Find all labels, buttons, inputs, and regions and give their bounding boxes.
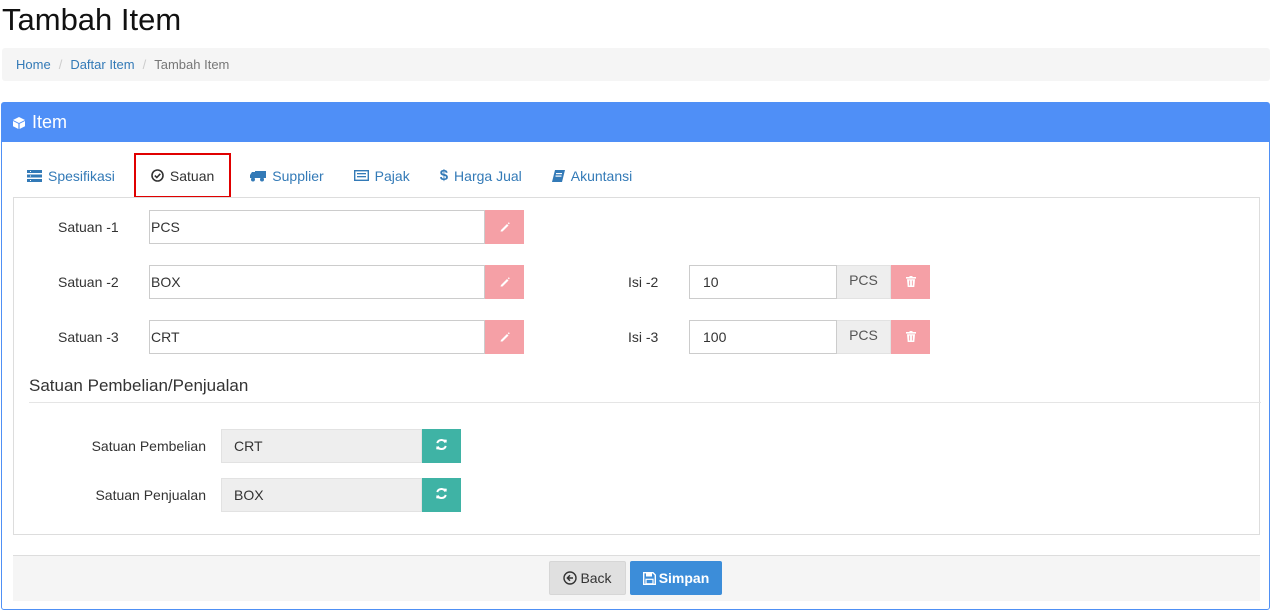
dollar-icon: $ [439,167,449,184]
satuan-pembelian-field: CRT [221,429,422,463]
satuan-pembelian-refresh-button[interactable] [422,429,461,463]
tab-bar: Spesifikasi Satuan Supplier Pajak $ Harg… [12,153,647,198]
trash-icon [905,274,916,290]
page-title: Tambah Item [2,2,182,37]
refresh-icon [435,487,448,503]
satuan-pembelian-row: Satuan Pembelian CRT [14,429,461,463]
back-button[interactable]: Back [549,561,626,595]
isi-3-delete-button[interactable] [891,320,930,354]
form-footer: Back Simpan [13,555,1260,601]
trash-icon [905,329,916,345]
tab-spesifikasi[interactable]: Spesifikasi [12,153,130,198]
satuan-3-label: Satuan -3 [58,329,119,345]
panel-heading: Item [2,103,1269,142]
isi-2-label: Isi -2 [628,274,659,290]
book-icon [551,169,565,182]
satuan-2-label: Satuan -2 [58,274,119,290]
pencil-icon [499,329,510,345]
satuan-2-row: Satuan -2 BOX [58,265,524,299]
save-button-label: Simpan [658,570,710,586]
tab-label: Harga Jual [454,167,522,184]
breadcrumb-home-link[interactable]: Home [16,57,51,72]
isi-2-unit-addon: PCS [837,265,891,299]
section-divider [29,402,1261,403]
pencil-icon [499,274,510,290]
tab-label: Akuntansi [570,167,633,184]
save-button[interactable]: Simpan [630,561,722,595]
refresh-icon [435,438,448,454]
isi-2-row: Isi -2 10 PCS [628,265,930,299]
satuan-1-label: Satuan -1 [58,219,119,235]
card-icon [353,170,369,181]
isi-3-input[interactable]: 100 [689,320,837,354]
breadcrumb-separator: / [58,57,63,72]
tab-label: Pajak [374,167,410,184]
isi-2-input[interactable]: 10 [689,265,837,299]
isi-3-row: Isi -3 100 PCS [628,320,930,354]
floppy-disk-icon [642,571,656,585]
pencil-icon [499,219,510,235]
isi-3-unit-addon: PCS [837,320,891,354]
satuan-2-input[interactable]: BOX [149,265,485,299]
back-button-label: Back [580,570,612,586]
satuan-3-row: Satuan -3 CRT [58,320,524,354]
tab-satuan[interactable]: Satuan [133,153,232,198]
breadcrumb-item-list-link[interactable]: Daftar Item [70,57,134,72]
satuan-pembelian-label: Satuan Pembelian [91,438,206,454]
tab-label: Supplier [272,167,324,184]
isi-3-label: Isi -3 [628,329,659,345]
satuan-penjualan-refresh-button[interactable] [422,478,461,512]
breadcrumb-current: Tambah Item [154,57,230,72]
satuan-2-edit-button[interactable] [485,265,524,299]
breadcrumb: Home / Daftar Item / Tambah Item [2,48,1270,81]
panel-title: Item [32,112,68,132]
satuan-1-row: Satuan -1 PCS [58,210,524,244]
satuan-tab-content: Satuan -1 PCS Satuan -2 BOX Isi -2 10 PC… [13,197,1261,535]
tab-akuntansi[interactable]: Akuntansi [537,153,647,198]
satuan-penjualan-label: Satuan Penjualan [95,487,206,503]
cube-icon [12,116,26,130]
satuan-3-edit-button[interactable] [485,320,524,354]
check-circle-icon [151,169,164,182]
isi-2-delete-button[interactable] [891,265,930,299]
tab-label: Spesifikasi [48,167,115,184]
tab-harga-jual[interactable]: $ Harga Jual [425,153,537,198]
tab-pajak[interactable]: Pajak [339,153,425,198]
tab-supplier[interactable]: Supplier [235,153,338,198]
tab-label: Satuan [169,167,215,184]
satuan-1-edit-button[interactable] [485,210,524,244]
section-title: Satuan Pembelian/Penjualan [29,376,249,395]
breadcrumb-separator: / [142,57,147,72]
satuan-1-input[interactable]: PCS [149,210,485,244]
list-icon [27,169,42,182]
item-panel: Item Spesifikasi Satuan Supplier Pajak $… [1,102,1270,610]
arrow-circle-left-icon [563,571,578,585]
satuan-3-input[interactable]: CRT [149,320,485,354]
satuan-penjualan-field: BOX [221,478,422,512]
truck-icon [250,170,267,182]
satuan-penjualan-row: Satuan Penjualan BOX [14,478,461,512]
